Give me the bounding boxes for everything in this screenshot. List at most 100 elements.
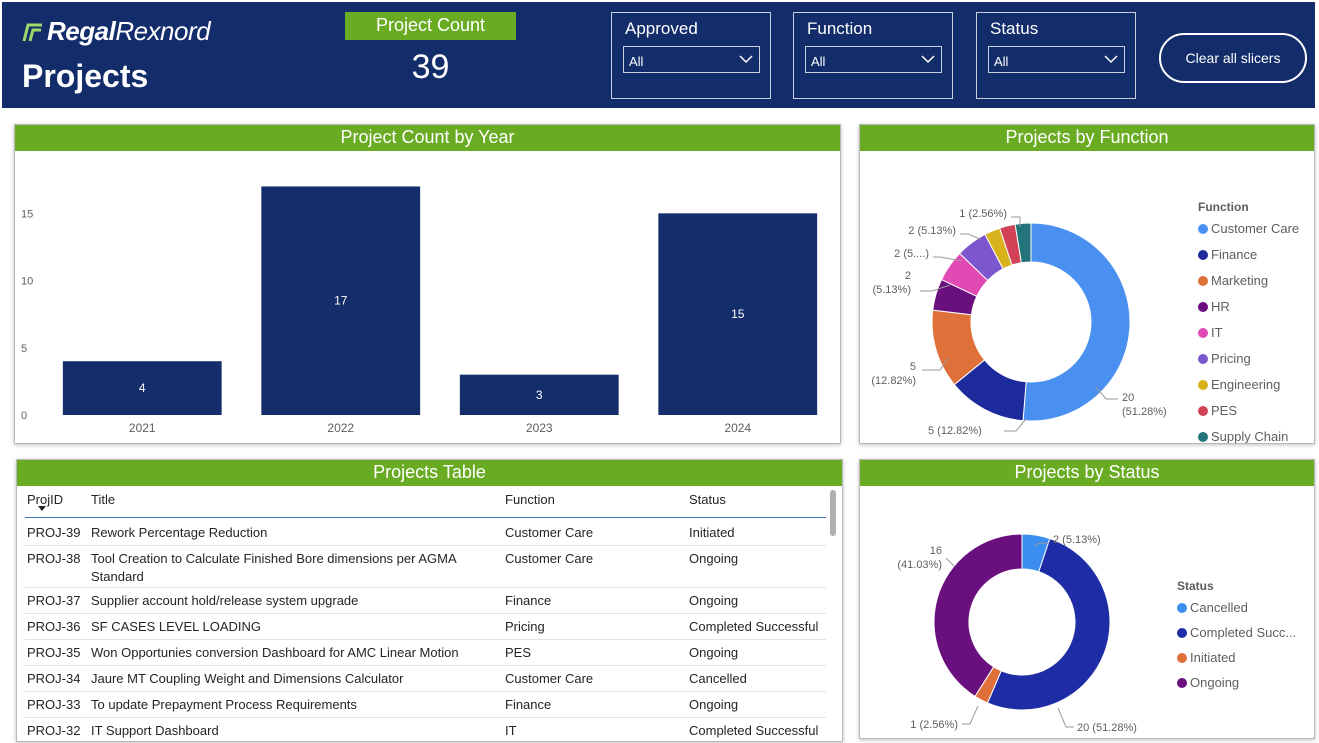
year-bar-chart: 0 5 10 15 4 2021 17 2022 3 2023 15 2024 <box>21 186 818 435</box>
column-header-function[interactable]: Function <box>505 492 555 507</box>
slicer-status-dropdown[interactable]: All <box>988 46 1125 73</box>
table-row[interactable]: PROJ-32 IT Support Dashboard IT Completed S… <box>25 718 826 741</box>
legend-item[interactable]: HR <box>1211 299 1230 314</box>
legend-swatch <box>1198 406 1208 416</box>
y-tick-label: 10 <box>21 276 33 288</box>
cell-title: IT Support Dashboard <box>91 723 219 738</box>
table-header: ProjID Title Function Status <box>25 484 826 518</box>
cell-title: To update Prepayment Process Requirement… <box>91 697 357 712</box>
table-row[interactable]: PROJ-37 Supplier account hold/release sys… <box>25 588 826 614</box>
x-tick-label: 2021 <box>129 421 156 435</box>
legend-item[interactable]: PES <box>1211 403 1237 418</box>
slicer-approved-dropdown[interactable]: All <box>623 46 760 73</box>
projects-table-panel: Projects Table ProjID Title Function Sta… <box>16 459 843 742</box>
y-tick-label: 15 <box>21 208 33 220</box>
legend-item[interactable]: Finance <box>1211 247 1257 262</box>
legend-swatch <box>1177 628 1187 638</box>
cell-function: IT <box>505 723 517 738</box>
cell-function: Finance <box>505 593 552 608</box>
slice-ongoing[interactable] <box>933 533 1023 698</box>
column-header-status[interactable]: Status <box>689 492 726 507</box>
legend-item[interactable]: Ongoing <box>1190 675 1239 690</box>
header-banner: RegalRexnord Projects Project Count 39 A… <box>2 2 1315 108</box>
slice-customer-care[interactable] <box>1022 222 1131 422</box>
cell-projid: PROJ-37 <box>27 593 81 608</box>
cell-status: Ongoing <box>689 697 739 712</box>
table-row[interactable]: PROJ-38 Tool Creation to Calculate Finish… <box>25 546 826 588</box>
legend-item[interactable]: Customer Care <box>1211 221 1299 236</box>
legend-swatch <box>1177 603 1187 613</box>
cell-status: Cancelled <box>689 671 747 686</box>
slicer-function-title: Function <box>807 19 873 38</box>
column-header-title[interactable]: Title <box>91 492 115 507</box>
logo-icon <box>22 23 42 41</box>
column-header-projid[interactable]: ProjID <box>27 492 63 507</box>
legend-swatch <box>1198 224 1208 234</box>
cell-projid: PROJ-35 <box>27 645 81 660</box>
clear-all-slicers-button[interactable]: Clear all slicers <box>1159 33 1307 83</box>
bar-data-label: 3 <box>536 388 543 402</box>
legend-title: Status <box>1177 579 1214 593</box>
cell-function: Pricing <box>505 619 545 634</box>
bar-data-label: 4 <box>139 381 146 395</box>
slicer-function-dropdown[interactable]: All <box>805 46 942 73</box>
cell-title: Rework Percentage Reduction <box>91 525 268 540</box>
legend-swatch <box>1177 678 1187 688</box>
cell-projid: PROJ-33 <box>27 697 81 712</box>
slice-data-label: 2 (5.13%) <box>908 225 956 237</box>
leader-line <box>945 557 955 567</box>
cell-title: Jaure MT Coupling Weight and Dimensions … <box>91 671 404 686</box>
legend-swatch <box>1198 432 1208 442</box>
table-row[interactable]: PROJ-36 SF CASES LEVEL LOADING Pricing Comp… <box>25 614 826 640</box>
legend-item[interactable]: Pricing <box>1211 351 1251 366</box>
legend-swatch <box>1198 380 1208 390</box>
slice-data-label: 16 (41.03%) <box>897 545 942 571</box>
legend-item[interactable]: Engineering <box>1211 377 1280 392</box>
page-title: Projects <box>22 58 149 94</box>
legend-item[interactable]: IT <box>1211 325 1223 340</box>
status-donut-chart: 2 (5.13%) 20 (51.28%) 1 (2.56%) 16 (41.03%) S… <box>897 533 1296 734</box>
slicer-approved-value: All <box>629 54 644 69</box>
slicer-status: Status All <box>976 12 1136 99</box>
leader-line <box>1057 707 1074 728</box>
table-row[interactable]: PROJ-34 Jaure MT Coupling Weight and Dime… <box>25 666 826 692</box>
slice-data-label: 2 (5.13%) <box>1053 534 1101 546</box>
cell-title: Won Opportunies conversion Dashboard for… <box>91 645 459 660</box>
leader-line <box>960 233 981 240</box>
year-chart-title: Project Count by Year <box>15 125 840 151</box>
table-row[interactable]: PROJ-33 To update Prepayment Process Requ… <box>25 692 826 718</box>
legend-item[interactable]: Marketing <box>1211 273 1268 288</box>
cell-status: Ongoing <box>689 645 739 660</box>
cell-projid: PROJ-34 <box>27 671 81 686</box>
cell-function: PES <box>505 645 532 660</box>
cell-title: Tool Creation to Calculate Finished Bore… <box>91 551 456 584</box>
cell-function: Customer Care <box>505 525 594 540</box>
cell-function: Finance <box>505 697 552 712</box>
cell-title: SF CASES LEVEL LOADING <box>91 619 262 634</box>
x-tick-label: 2022 <box>327 421 354 435</box>
legend-item[interactable]: Completed Succ... <box>1190 625 1296 640</box>
legend-title: Function <box>1198 200 1249 214</box>
legend-swatch <box>1177 653 1187 663</box>
legend-item[interactable]: Supply Chain <box>1211 429 1288 444</box>
chevron-down-icon <box>739 55 753 64</box>
legend-swatch <box>1198 302 1208 312</box>
slice-data-label: 20 (51.28%) <box>1077 722 1137 734</box>
legend-swatch <box>1198 328 1208 338</box>
cell-function: Customer Care <box>505 671 594 686</box>
slice-data-label: 1 (2.56%) <box>959 208 1007 220</box>
bar-data-label: 15 <box>731 307 745 321</box>
slice-data-label: 20 (51.28%) <box>1122 392 1167 418</box>
legend-item[interactable]: Cancelled <box>1190 600 1248 615</box>
table-row[interactable]: PROJ-35 Won Opportunies conversion Dashbo… <box>25 640 826 666</box>
projects-table-title: Projects Table <box>17 460 842 486</box>
cell-status: Ongoing <box>689 551 739 566</box>
legend-item[interactable]: Initiated <box>1190 650 1236 665</box>
cell-projid: PROJ-38 <box>27 551 81 566</box>
legend-swatch <box>1198 276 1208 286</box>
slice-data-label: 1 (2.56%) <box>910 719 958 731</box>
x-tick-label: 2023 <box>526 421 553 435</box>
table-row[interactable]: PROJ-39 Rework Percentage Reduction Custom… <box>25 520 826 546</box>
slicer-status-value: All <box>994 54 1009 69</box>
table-scrollbar[interactable] <box>830 490 836 536</box>
